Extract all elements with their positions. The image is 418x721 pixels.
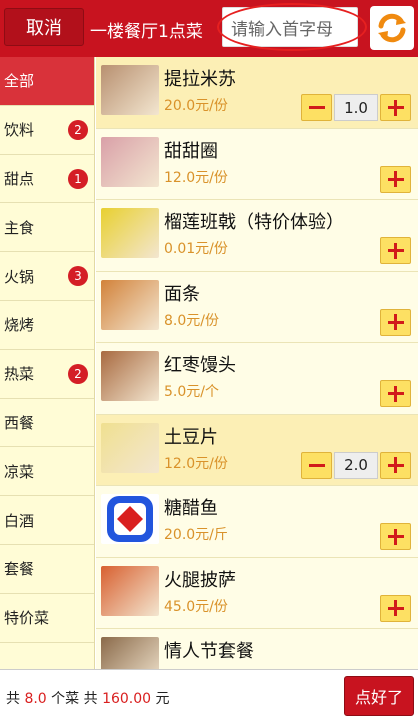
category-item[interactable]: 凉菜 — [0, 447, 94, 497]
category-label: 火锅 — [4, 267, 35, 286]
top-bar: 取消 一楼餐厅1点菜 请输入首字母 — [0, 0, 418, 57]
dish-price: 0.01元/份 — [164, 241, 228, 257]
dish-name: 榴莲班戟（特价体验） — [164, 212, 344, 233]
dish-row: 红枣馒头 5.0元/个 — [96, 343, 418, 415]
add-button[interactable] — [380, 94, 411, 121]
dish-row: 情人节套餐 — [96, 629, 418, 669]
durian-image — [101, 208, 159, 258]
count-badge: 2 — [68, 119, 88, 140]
noodles-image — [101, 279, 159, 330]
category-label: 热菜 — [4, 365, 35, 384]
category-label: 套餐 — [4, 560, 35, 579]
dish-name: 面条 — [164, 283, 200, 305]
potato-image — [101, 422, 159, 473]
quantity-field[interactable]: 2.0 — [334, 451, 378, 479]
dish-name: 土豆片 — [164, 426, 218, 448]
add-button[interactable] — [380, 451, 411, 479]
dish-name: 火腿披萨 — [164, 569, 236, 591]
dish-name: 提拉米苏 — [164, 69, 236, 90]
dish-row: 提拉米苏 20.0元/份 1.0 — [96, 57, 418, 129]
category-label: 西餐 — [4, 413, 35, 432]
category-label: 主食 — [4, 218, 35, 237]
dish-price: 45.0元/份 — [164, 598, 228, 615]
dish-count: 8.0 — [24, 691, 47, 707]
category-item[interactable]: 饮料 2 — [0, 106, 94, 155]
add-button[interactable] — [380, 523, 411, 550]
dish-row: 甜甜圈 12.0元/份 — [96, 128, 418, 200]
pizza-image — [101, 565, 159, 616]
dish-price: 12.0元/份 — [164, 169, 228, 186]
total-price: 160.00 — [102, 691, 152, 707]
cancel-button[interactable]: 取消 — [4, 8, 84, 46]
dish-row: 面条 8.0元/份 — [96, 271, 418, 343]
page-title: 一楼餐厅1点菜 — [90, 22, 203, 42]
category-item[interactable]: 白酒 — [0, 496, 94, 545]
dish-row: 土豆片 12.0元/份 2.0 — [96, 414, 418, 486]
dish-price: 5.0元/个 — [164, 384, 219, 400]
category-label: 白酒 — [4, 511, 35, 530]
category-label: 甜点 — [4, 169, 35, 188]
dish-name: 红枣馒头 — [164, 355, 236, 376]
add-button[interactable] — [380, 165, 411, 193]
category-label: 凉菜 — [4, 462, 35, 481]
remove-button[interactable] — [301, 451, 332, 479]
count-badge: 1 — [68, 168, 88, 189]
category-item[interactable]: 主食 — [0, 203, 94, 253]
order-summary: 共 8.0 个菜 共 160.00 元 — [6, 691, 170, 707]
dish-price: 20.0元/份 — [164, 98, 228, 114]
dish-row: 糖醋鱼 20.0元/斤 — [96, 486, 418, 558]
dish-row: 榴莲班戟（特价体验） 0.01元/份 — [96, 200, 418, 272]
dish-name: 糖醋鱼 — [164, 498, 218, 519]
category-item[interactable]: 西餐 — [0, 399, 94, 448]
footer-bar: 共 8.0 个菜 共 160.00 元 点好了 — [0, 669, 418, 721]
add-button[interactable] — [380, 594, 411, 622]
refresh-button[interactable] — [370, 6, 414, 50]
category-label: 烧烤 — [4, 316, 35, 335]
count-badge: 2 — [68, 363, 88, 384]
donut-image — [101, 136, 159, 187]
category-label: 特价菜 — [4, 609, 50, 628]
dish-price: 8.0元/份 — [164, 312, 219, 329]
category-item[interactable]: 热菜 2 — [0, 350, 94, 399]
fish-logo-image — [101, 494, 159, 544]
category-label: 饮料 — [4, 121, 35, 140]
remove-button[interactable] — [301, 94, 332, 121]
buns-image — [101, 351, 159, 401]
category-item[interactable]: 烧烤 — [0, 301, 94, 350]
dish-price: 12.0元/份 — [164, 455, 228, 472]
add-button[interactable] — [380, 308, 411, 336]
category-item[interactable]: 特价菜 — [0, 594, 94, 643]
add-button[interactable] — [380, 237, 411, 264]
category-item[interactable]: 火锅 3 — [0, 252, 94, 301]
dish-list: 提拉米苏 20.0元/份 1.0 甜甜圈 12.0元/份 榴莲班戟（特价体验） 0.01元/… — [96, 57, 418, 669]
dish-row: 火腿披萨 45.0元/份 — [96, 557, 418, 629]
set-meal-image — [101, 637, 159, 669]
refresh-icon — [378, 13, 406, 43]
quantity-field[interactable]: 1.0 — [334, 94, 378, 121]
category-sidebar: 全部饮料 2 甜点 1 主食火锅 3 烧烤热菜 2 西餐凉菜白酒套餐特价菜 — [0, 57, 95, 669]
dish-name: 甜甜圈 — [164, 140, 218, 162]
add-button[interactable] — [380, 380, 411, 407]
category-label: 全部 — [4, 72, 35, 91]
dish-name: 情人节套餐 — [164, 641, 254, 662]
tiramisu-image — [101, 65, 159, 115]
dish-price: 20.0元/斤 — [164, 527, 228, 543]
order-done-button[interactable]: 点好了 — [344, 676, 414, 716]
search-input[interactable]: 请输入首字母 — [222, 7, 358, 47]
category-item[interactable]: 甜点 1 — [0, 155, 94, 204]
category-item[interactable]: 全部 — [0, 57, 94, 106]
count-badge: 3 — [68, 266, 88, 287]
category-item[interactable]: 套餐 — [0, 545, 94, 594]
